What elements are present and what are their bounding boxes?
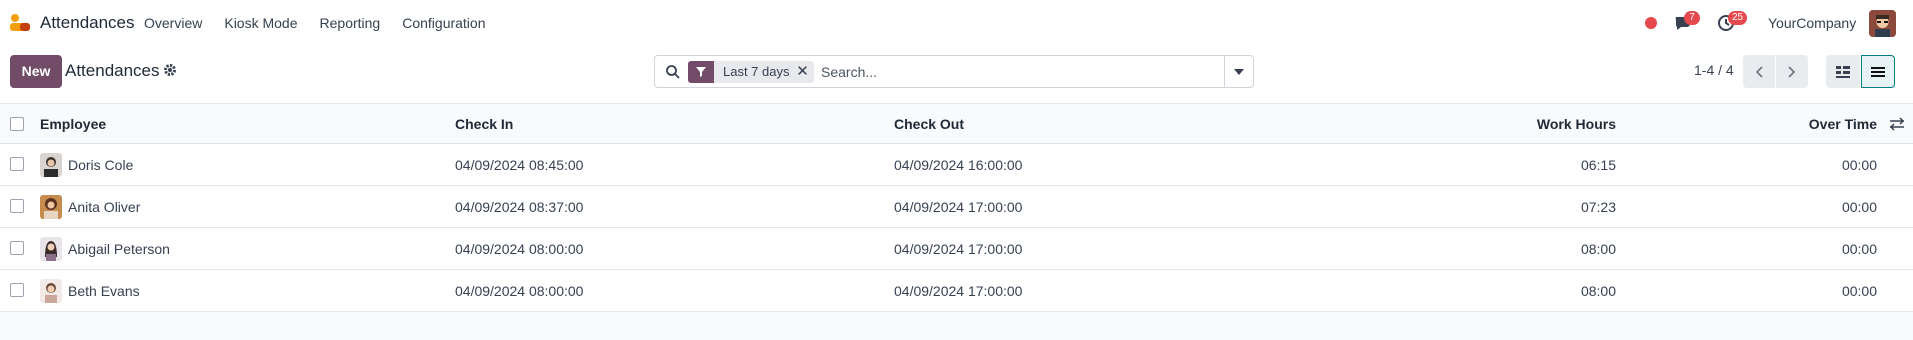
status-dot-icon[interactable] bbox=[1645, 17, 1657, 29]
search-bar: Last 7 days ✕ bbox=[654, 55, 1254, 88]
check-out-cell[interactable]: 04/09/2024 17:00:00 bbox=[894, 186, 1022, 227]
table-row[interactable]: Doris Cole 04/09/2024 08:45:00 04/09/202… bbox=[0, 144, 1913, 186]
check-out-cell[interactable]: 04/09/2024 16:00:00 bbox=[894, 144, 1022, 185]
search-icon[interactable] bbox=[665, 64, 681, 80]
app-name[interactable]: Attendances bbox=[40, 13, 135, 33]
gear-icon[interactable] bbox=[163, 63, 177, 77]
table-row[interactable]: Anita Oliver 04/09/2024 08:37:00 04/09/2… bbox=[0, 186, 1913, 228]
user-avatar[interactable] bbox=[1869, 10, 1896, 37]
employee-name: Abigail Peterson bbox=[68, 240, 170, 257]
employee-cell[interactable]: Beth Evans bbox=[40, 270, 140, 311]
work-hours-cell[interactable]: 08:00 bbox=[1581, 270, 1616, 311]
list-view-button[interactable] bbox=[1861, 55, 1895, 88]
employee-avatar bbox=[40, 278, 62, 303]
pager-next-button[interactable] bbox=[1776, 55, 1808, 88]
attendances-table: Employee Check In Check Out Work Hours O… bbox=[0, 104, 1913, 312]
work-hours-cell[interactable]: 06:15 bbox=[1581, 144, 1616, 185]
column-header-over-time[interactable]: Over Time bbox=[1809, 104, 1877, 143]
table-row[interactable]: Beth Evans 04/09/2024 08:00:00 04/09/202… bbox=[0, 270, 1913, 312]
row-checkbox[interactable] bbox=[10, 157, 24, 171]
employee-avatar bbox=[40, 236, 62, 261]
list-view-icon bbox=[1871, 66, 1885, 77]
search-input[interactable] bbox=[821, 60, 1201, 84]
pager-value[interactable]: 1-4 / 4 bbox=[1694, 62, 1734, 78]
over-time-cell[interactable]: 00:00 bbox=[1842, 228, 1877, 269]
optional-columns-sliders-icon[interactable] bbox=[1889, 116, 1905, 132]
select-all-checkbox[interactable] bbox=[10, 117, 24, 131]
company-switcher[interactable]: YourCompany bbox=[1768, 15, 1856, 31]
user-avatar-icon bbox=[1869, 10, 1896, 37]
over-time-cell[interactable]: 00:00 bbox=[1842, 270, 1877, 311]
column-header-check-out[interactable]: Check Out bbox=[894, 104, 964, 143]
top-navbar: Attendances Overview Kiosk Mode Reportin… bbox=[0, 0, 1913, 46]
work-hours-cell[interactable]: 08:00 bbox=[1581, 228, 1616, 269]
employee-name: Doris Cole bbox=[68, 156, 134, 173]
new-button[interactable]: New bbox=[10, 55, 62, 88]
main-menu: Overview Kiosk Mode Reporting Configurat… bbox=[144, 15, 508, 31]
control-panel: New Attendances Last 7 days ✕ 1-4 / 4 bbox=[0, 46, 1913, 104]
search-facet: Last 7 days ✕ bbox=[688, 61, 814, 83]
chevron-right-icon bbox=[1788, 65, 1796, 78]
pager-previous-button[interactable] bbox=[1743, 55, 1775, 88]
check-in-cell[interactable]: 04/09/2024 08:00:00 bbox=[455, 228, 583, 269]
filter-icon bbox=[688, 61, 714, 83]
employee-cell[interactable]: Doris Cole bbox=[40, 144, 133, 185]
remove-facet-close-icon[interactable]: ✕ bbox=[796, 61, 814, 83]
work-hours-cell[interactable]: 07:23 bbox=[1581, 186, 1616, 227]
menu-item-kiosk-mode[interactable]: Kiosk Mode bbox=[224, 15, 297, 31]
kanban-view-icon bbox=[1836, 65, 1850, 78]
row-checkbox[interactable] bbox=[10, 283, 24, 297]
chevron-left-icon bbox=[1755, 65, 1763, 78]
employee-avatar bbox=[40, 152, 62, 177]
row-checkbox[interactable] bbox=[10, 241, 24, 255]
column-header-check-in[interactable]: Check In bbox=[455, 104, 513, 143]
menu-item-reporting[interactable]: Reporting bbox=[320, 15, 381, 31]
menu-item-overview[interactable]: Overview bbox=[144, 15, 202, 31]
check-in-cell[interactable]: 04/09/2024 08:00:00 bbox=[455, 270, 583, 311]
employee-avatar bbox=[40, 194, 62, 219]
column-header-employee[interactable]: Employee bbox=[40, 104, 106, 143]
over-time-cell[interactable]: 00:00 bbox=[1842, 186, 1877, 227]
table-header-row: Employee Check In Check Out Work Hours O… bbox=[0, 104, 1913, 144]
activities-count-badge: 25 bbox=[1728, 11, 1748, 25]
menu-item-configuration[interactable]: Configuration bbox=[402, 15, 485, 31]
employee-cell[interactable]: Anita Oliver bbox=[40, 186, 140, 227]
check-out-cell[interactable]: 04/09/2024 17:00:00 bbox=[894, 228, 1022, 269]
facet-label: Last 7 days bbox=[723, 64, 790, 79]
check-in-cell[interactable]: 04/09/2024 08:45:00 bbox=[455, 144, 583, 185]
check-out-cell[interactable]: 04/09/2024 17:00:00 bbox=[894, 270, 1022, 311]
search-options-toggle[interactable] bbox=[1224, 56, 1253, 87]
employee-cell[interactable]: Abigail Peterson bbox=[40, 228, 170, 269]
table-row[interactable]: Abigail Peterson 04/09/2024 08:00:00 04/… bbox=[0, 228, 1913, 270]
caret-down-icon bbox=[1234, 68, 1244, 75]
column-header-work-hours[interactable]: Work Hours bbox=[1537, 104, 1616, 143]
row-checkbox[interactable] bbox=[10, 199, 24, 213]
app-logo-icon[interactable] bbox=[8, 13, 32, 33]
messages-count-badge: 7 bbox=[1684, 11, 1700, 25]
kanban-view-button[interactable] bbox=[1826, 55, 1860, 88]
employee-name: Beth Evans bbox=[68, 282, 140, 299]
check-in-cell[interactable]: 04/09/2024 08:37:00 bbox=[455, 186, 583, 227]
employee-name: Anita Oliver bbox=[68, 198, 141, 215]
page-title: Attendances bbox=[65, 61, 160, 80]
over-time-cell[interactable]: 00:00 bbox=[1842, 144, 1877, 185]
